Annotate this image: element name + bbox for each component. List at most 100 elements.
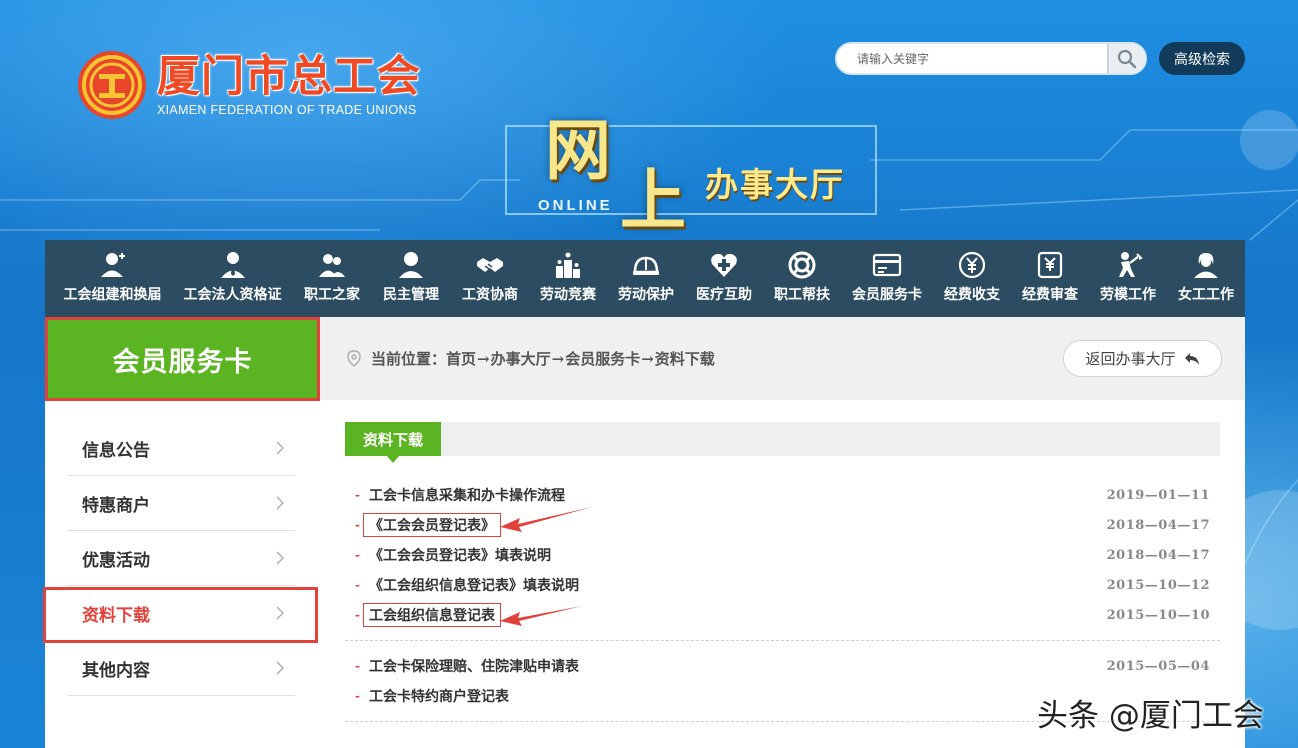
lifebuoy-icon (788, 251, 816, 279)
list-item[interactable]: - 工会卡信息采集和办卡操作流程 2019—01—11 (345, 480, 1220, 510)
nav-item-medical-aid[interactable]: 医疗互助 (685, 240, 763, 317)
nav-item-funds-audit[interactable]: 经费审查 (1011, 240, 1089, 317)
bullet: - (355, 659, 360, 673)
list-item[interactable]: - 工会卡保险理赔、住院津贴申请表 2015—05—04 (345, 651, 1220, 681)
nav-item-wage-negotiation[interactable]: 工资协商 (451, 240, 529, 317)
return-arrow-icon (1184, 352, 1199, 365)
nav-item-workers-home[interactable]: 职工之家 (293, 240, 371, 317)
document-link[interactable]: 工会卡信息采集和办卡操作流程 (369, 485, 565, 505)
yuan-audit-icon (1037, 251, 1063, 279)
list-item[interactable]: - 《工会会员登记表》填表说明 2018—04—17 (345, 540, 1220, 570)
breadcrumb-home[interactable]: 首页 (446, 348, 476, 369)
sidebar-menu: 信息公告 特惠商户 优惠活动 资料下载 其他内容 (45, 421, 320, 696)
nav-item-labor-competition[interactable]: 劳动竞赛 (529, 240, 607, 317)
sidebar-item-announcements[interactable]: 信息公告 (67, 421, 295, 476)
breadcrumb-bar: 当前位置： 首页 → 办事大厅 → 会员服务卡 → 资料下载 返回办事大厅 (320, 317, 1245, 400)
trade-union-emblem-icon (78, 51, 146, 119)
nav-item-women-work[interactable]: 女工工作 (1167, 240, 1245, 317)
nav-item-model-worker[interactable]: 劳模工作 (1089, 240, 1167, 317)
chevron-right-icon (276, 441, 284, 455)
list-item[interactable]: - 工会组织信息登记表 2015—10—10 (345, 600, 1220, 630)
document-date: 2015—10—12 (1106, 577, 1210, 593)
site-name-cn: 厦门市总工会 (157, 51, 421, 102)
nav-item-funds-income-expense[interactable]: 经费收支 (933, 240, 1011, 317)
nav-item-democratic-management[interactable]: 民主管理 (371, 240, 451, 317)
search-input[interactable] (837, 44, 1107, 73)
card-icon (872, 253, 902, 277)
nav-item-legal-person[interactable]: 工会法人资格证 (172, 240, 293, 317)
banner-char-shang: 上 (620, 161, 686, 239)
nav-label: 职工之家 (304, 287, 360, 303)
sidebar-item-other[interactable]: 其他内容 (67, 641, 295, 696)
document-link[interactable]: 工会卡特约商户登记表 (369, 686, 509, 706)
medical-heart-icon (711, 253, 737, 277)
sidebar-item-merchants[interactable]: 特惠商户 (67, 476, 295, 531)
nav-item-member-card[interactable]: 会员服务卡 (841, 240, 933, 317)
person-tie-icon (220, 252, 245, 278)
document-date: 2018—04—17 (1106, 547, 1210, 563)
annotation-arrow-icon (500, 606, 582, 626)
breadcrumb-member-card[interactable]: 会员服务卡 (565, 348, 640, 369)
document-link[interactable]: 《工会会员登记表》 (362, 513, 501, 537)
advanced-search-button[interactable]: 高级检索 (1159, 42, 1245, 75)
site-logo[interactable]: 厦门市总工会 XIAMEN FEDERATION OF TRADE UNIONS (77, 50, 421, 120)
nav-label: 民主管理 (383, 287, 439, 303)
nav-label: 工资协商 (462, 287, 518, 303)
sidebar-item-downloads[interactable]: 资料下载 (67, 586, 295, 641)
nav-item-union-formation[interactable]: 工会组建和换届 (53, 240, 172, 317)
site-name-en: XIAMEN FEDERATION OF TRADE UNIONS (157, 102, 417, 117)
sidebar-item-label: 优惠活动 (82, 550, 150, 571)
chevron-right-icon (276, 606, 284, 620)
podium-icon (556, 252, 580, 278)
banner-char-wang: 网 (545, 111, 611, 189)
sidebar-item-label: 其他内容 (82, 660, 150, 681)
location-pin-icon (347, 349, 361, 367)
sidebar-item-label: 特惠商户 (82, 495, 150, 516)
document-link[interactable]: 工会卡保险理赔、住院津贴申请表 (369, 656, 579, 676)
online-service-hall-banner: ONLINE 网 上 办事大厅 (505, 110, 905, 240)
breadcrumb-service-hall[interactable]: 办事大厅 (491, 348, 551, 369)
section-header: 资料下载 (345, 422, 1220, 463)
bullet: - (355, 548, 360, 562)
document-link[interactable]: 工会组织信息登记表 (362, 603, 501, 627)
sidebar-item-promotions[interactable]: 优惠活动 (67, 531, 295, 586)
nav-label: 职工帮扶 (774, 287, 830, 303)
document-link[interactable]: 《工会组织信息登记表》填表说明 (369, 575, 579, 595)
main-content: 当前位置： 首页 → 办事大厅 → 会员服务卡 → 资料下载 返回办事大厅 资料… (320, 317, 1245, 748)
sidebar-item-label: 信息公告 (82, 440, 150, 461)
back-to-hall-button[interactable]: 返回办事大厅 (1063, 340, 1222, 377)
hardhat-icon (633, 256, 659, 275)
laborer-icon (1119, 252, 1143, 277)
bullet: - (355, 578, 360, 592)
nav-label: 女工工作 (1178, 287, 1234, 303)
list-item[interactable]: - 《工会组织信息登记表》填表说明 2015—10—12 (345, 570, 1220, 600)
list-item[interactable]: - 《工会会员登记表》 2018—04—17 (345, 510, 1220, 540)
back-button-label: 返回办事大厅 (1085, 350, 1176, 368)
document-date: 2015—05—04 (1106, 658, 1210, 674)
nav-label: 工会法人资格证 (183, 287, 282, 303)
nav-label: 劳动保护 (618, 287, 674, 303)
nav-item-labor-protection[interactable]: 劳动保护 (607, 240, 685, 317)
chevron-right-icon (276, 496, 284, 510)
document-date: 2015—10—10 (1106, 607, 1210, 623)
bullet: - (355, 689, 360, 703)
worker-group-icon (319, 254, 345, 277)
search-button[interactable] (1107, 44, 1145, 73)
nav-label: 劳模工作 (1100, 287, 1156, 303)
search-icon (1117, 49, 1137, 68)
watermark: 头条 @厦门工会 (1037, 698, 1264, 734)
main-nav: 工会组建和换届 工会法人资格证 职工之家 民主管理 工资协商 劳动竞赛 劳动保护… (45, 240, 1245, 317)
nav-item-worker-assistance[interactable]: 职工帮扶 (763, 240, 841, 317)
breadcrumb-separator: → (477, 349, 490, 368)
bullet: - (355, 488, 360, 502)
nav-label: 医疗互助 (696, 287, 752, 303)
nav-label: 劳动竞赛 (540, 287, 596, 303)
chevron-right-icon (276, 661, 284, 675)
annotation-arrow-icon (500, 507, 592, 532)
banner-subtitle: 办事大厅 (705, 165, 845, 204)
banner-online-text: ONLINE (538, 197, 613, 214)
nav-label: 经费收支 (944, 287, 1000, 303)
document-link[interactable]: 《工会会员登记表》填表说明 (369, 545, 551, 565)
document-date: 2018—04—17 (1106, 517, 1210, 533)
bullet: - (355, 518, 360, 532)
